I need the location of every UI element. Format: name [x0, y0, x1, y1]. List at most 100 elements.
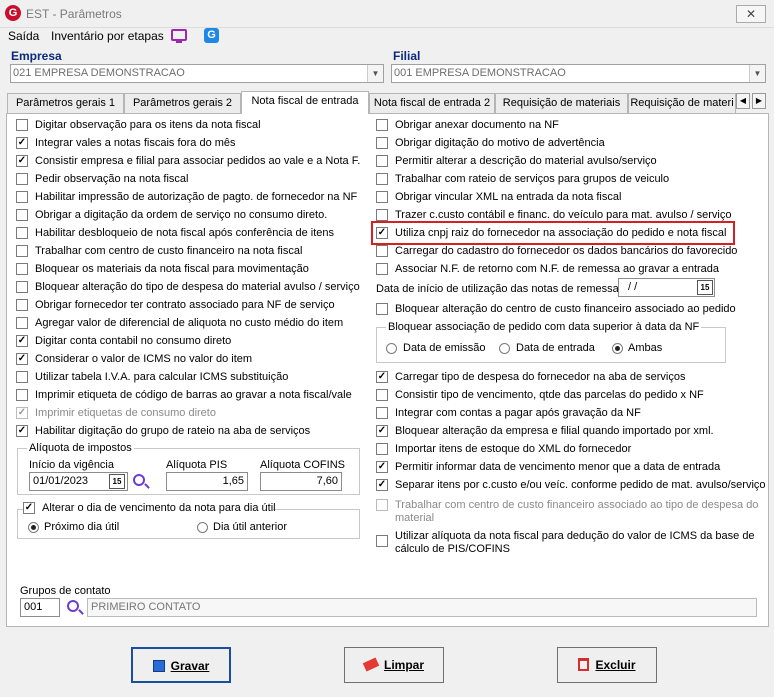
checkbox-box[interactable]: ✓ [16, 407, 28, 419]
calendar-icon[interactable]: 15 [697, 280, 713, 295]
option-checkbox[interactable]: Permitir alterar a descrição do material… [376, 154, 756, 170]
tab-nota-fiscal-de-entrada[interactable]: Nota fiscal de entrada [241, 91, 369, 114]
data-entrada-radio[interactable] [499, 343, 510, 354]
option-checkbox[interactable]: Habilitar desbloqueio de nota fiscal apó… [16, 226, 366, 242]
chevron-down-icon[interactable]: ▼ [749, 65, 765, 82]
aliquota-cofins-input[interactable]: 7,60 [260, 472, 342, 491]
alterar-vencimento-checkbox[interactable]: ✓ Alterar o dia de vencimento da nota par… [23, 501, 276, 517]
option-checkbox[interactable]: Obrigar fornecedor ter contrato associad… [16, 298, 366, 314]
option-checkbox[interactable]: Integrar com contas a pagar após gravaçã… [376, 406, 761, 422]
checkbox-box[interactable]: ✓ [16, 425, 28, 437]
menu-inventario[interactable]: Inventário por etapas [51, 29, 164, 45]
data-emissao-radio[interactable] [386, 343, 397, 354]
chevron-down-icon[interactable]: ▼ [367, 65, 383, 82]
dia-util-anterior-radio[interactable] [197, 522, 208, 533]
tab-parametros-gerais-1[interactable]: Parâmetros gerais 1 [7, 93, 124, 113]
checkbox-box[interactable]: ✓ [376, 479, 388, 491]
option-checkbox[interactable]: ✓ Permitir informar data de vencimento me… [376, 460, 761, 476]
checkbox-box[interactable] [376, 407, 388, 419]
option-checkbox[interactable]: Carregar do cadastro do fornecedor os da… [376, 244, 756, 260]
checkbox-box[interactable]: ✓ [23, 502, 35, 514]
close-button[interactable]: ✕ [736, 5, 766, 23]
checkbox-box[interactable] [16, 371, 28, 383]
ambas-radio[interactable] [612, 343, 623, 354]
bloquear-centro-checkbox[interactable]: Bloquear alteração do centro de custo fi… [376, 302, 756, 318]
checkbox-box[interactable]: ✓ [376, 371, 388, 383]
app-shortcut-icon[interactable]: G [204, 28, 219, 43]
monitor-icon[interactable] [171, 29, 187, 41]
checkbox-box[interactable]: ✓ [376, 425, 388, 437]
checkbox-box[interactable] [16, 281, 28, 293]
checkbox-box[interactable]: ✓ [376, 461, 388, 473]
option-checkbox[interactable]: Trabalhar com centro de custo financeiro… [16, 244, 366, 260]
checkbox-box[interactable]: ✓ [16, 353, 28, 365]
option-checkbox[interactable]: Pedir observação na nota fiscal [16, 172, 366, 188]
excluir-button[interactable]: Excluir [557, 647, 657, 683]
trabalhar-centro-custo-checkbox[interactable]: Trabalhar com centro de custo financeiro… [376, 498, 758, 526]
checkbox-box[interactable] [376, 535, 388, 547]
checkbox-box[interactable]: ✓ [16, 335, 28, 347]
checkbox-box[interactable] [16, 209, 28, 221]
checkbox-box[interactable] [16, 389, 28, 401]
tab-requisicao-de-materiais[interactable]: Requisição de materiais [495, 93, 628, 113]
option-checkbox[interactable]: ✓ Habilitar digitação do grupo de rateio … [16, 424, 366, 440]
checkbox-box[interactable]: ✓ [16, 155, 28, 167]
checkbox-box[interactable] [16, 227, 28, 239]
tab-nota-fiscal-de-entrada-2[interactable]: Nota fiscal de entrada 2 [369, 93, 495, 113]
option-checkbox[interactable]: Associar N.F. de retorno com N.F. de rem… [376, 262, 756, 278]
filial-select[interactable]: 001 EMPRESA DEMONSTRACAO ▼ [391, 64, 766, 83]
checkbox-box[interactable] [376, 263, 388, 275]
option-checkbox[interactable]: Importar itens de estoque do XML do forn… [376, 442, 761, 458]
option-checkbox[interactable]: ✓ Digitar conta contabil no consumo diret… [16, 334, 366, 350]
tab-parametros-gerais-2[interactable]: Parâmetros gerais 2 [124, 93, 241, 113]
option-checkbox[interactable]: ✓ Consistir empresa e filial para associa… [16, 154, 366, 170]
aliquota-pis-input[interactable]: 1,65 [166, 472, 248, 491]
checkbox-box[interactable] [376, 191, 388, 203]
option-checkbox[interactable]: Bloquear alteração do tipo de despesa do… [16, 280, 366, 296]
calendar-icon[interactable]: 15 [109, 474, 125, 489]
checkbox-box[interactable] [376, 209, 388, 221]
utilizar-aliquota-checkbox[interactable]: Utilizar alíquota da nota fiscal para de… [376, 529, 756, 557]
option-checkbox[interactable]: Digitar observação para os itens da nota… [16, 118, 366, 134]
checkbox-box[interactable] [376, 119, 388, 131]
checkbox-box[interactable]: ✓ [16, 137, 28, 149]
checkbox-box[interactable] [376, 443, 388, 455]
checkbox-box[interactable] [376, 389, 388, 401]
option-checkbox[interactable]: Consistir tipo de vencimento, qtde das p… [376, 388, 761, 404]
tab-scroll-left-icon[interactable]: ◀ [736, 93, 750, 109]
empresa-select[interactable]: 021 EMPRESA DEMONSTRACAO ▼ [10, 64, 384, 83]
option-checkbox[interactable]: ✓ Bloquear alteração da empresa e filial … [376, 424, 761, 440]
option-checkbox[interactable]: ✓ Considerar o valor de ICMS no valor do … [16, 352, 366, 368]
checkbox-box[interactable] [16, 173, 28, 185]
checkbox-box[interactable] [376, 499, 388, 511]
checkbox-box[interactable] [376, 173, 388, 185]
proximo-dia-util-radio[interactable] [28, 522, 39, 533]
checkbox-box[interactable] [16, 119, 28, 131]
option-checkbox[interactable]: Trabalhar com rateio de serviços para gr… [376, 172, 756, 188]
option-checkbox[interactable]: ✓ Separar itens por c.custo e/ou veíc. co… [376, 478, 766, 494]
checkbox-box[interactable] [376, 245, 388, 257]
checkbox-box[interactable] [16, 191, 28, 203]
option-checkbox[interactable]: Utilizar tabela I.V.A. para calcular ICM… [16, 370, 366, 386]
checkbox-box[interactable] [376, 303, 388, 315]
checkbox-box[interactable] [16, 245, 28, 257]
checkbox-box[interactable] [16, 263, 28, 275]
checkbox-box[interactable] [376, 137, 388, 149]
option-checkbox[interactable]: ✓ Carregar tipo de despesa do fornecedor … [376, 370, 761, 386]
option-checkbox[interactable]: Obrigar vincular XML na entrada da nota … [376, 190, 756, 206]
checkbox-box[interactable] [376, 155, 388, 167]
option-checkbox[interactable]: Habilitar impressão de autorização de pa… [16, 190, 366, 206]
option-checkbox[interactable]: Bloquear os materiais da nota fiscal par… [16, 262, 366, 278]
grupo-code-input[interactable]: 001 [20, 598, 60, 617]
option-checkbox[interactable]: Imprimir etiqueta de código de barras ao… [16, 388, 366, 404]
option-checkbox[interactable]: Agregar valor de diferencial de aliquota… [16, 316, 366, 332]
menu-saida[interactable]: Saída [8, 29, 39, 45]
option-checkbox[interactable]: Obrigar digitação do motivo de advertênc… [376, 136, 756, 152]
option-checkbox[interactable]: Obrigar a digitação da ordem de serviço … [16, 208, 366, 224]
tab-requisicao-de-materiais-2[interactable]: Requisição de materi [628, 93, 736, 113]
checkbox-box[interactable] [16, 299, 28, 311]
option-checkbox[interactable]: ✓ Integrar vales a notas fiscais fora do … [16, 136, 366, 152]
search-icon[interactable] [133, 474, 145, 486]
tab-scroll-right-icon[interactable]: ▶ [752, 93, 766, 109]
option-checkbox[interactable]: ✓ Imprimir etiquetas de consumo direto [16, 406, 366, 422]
